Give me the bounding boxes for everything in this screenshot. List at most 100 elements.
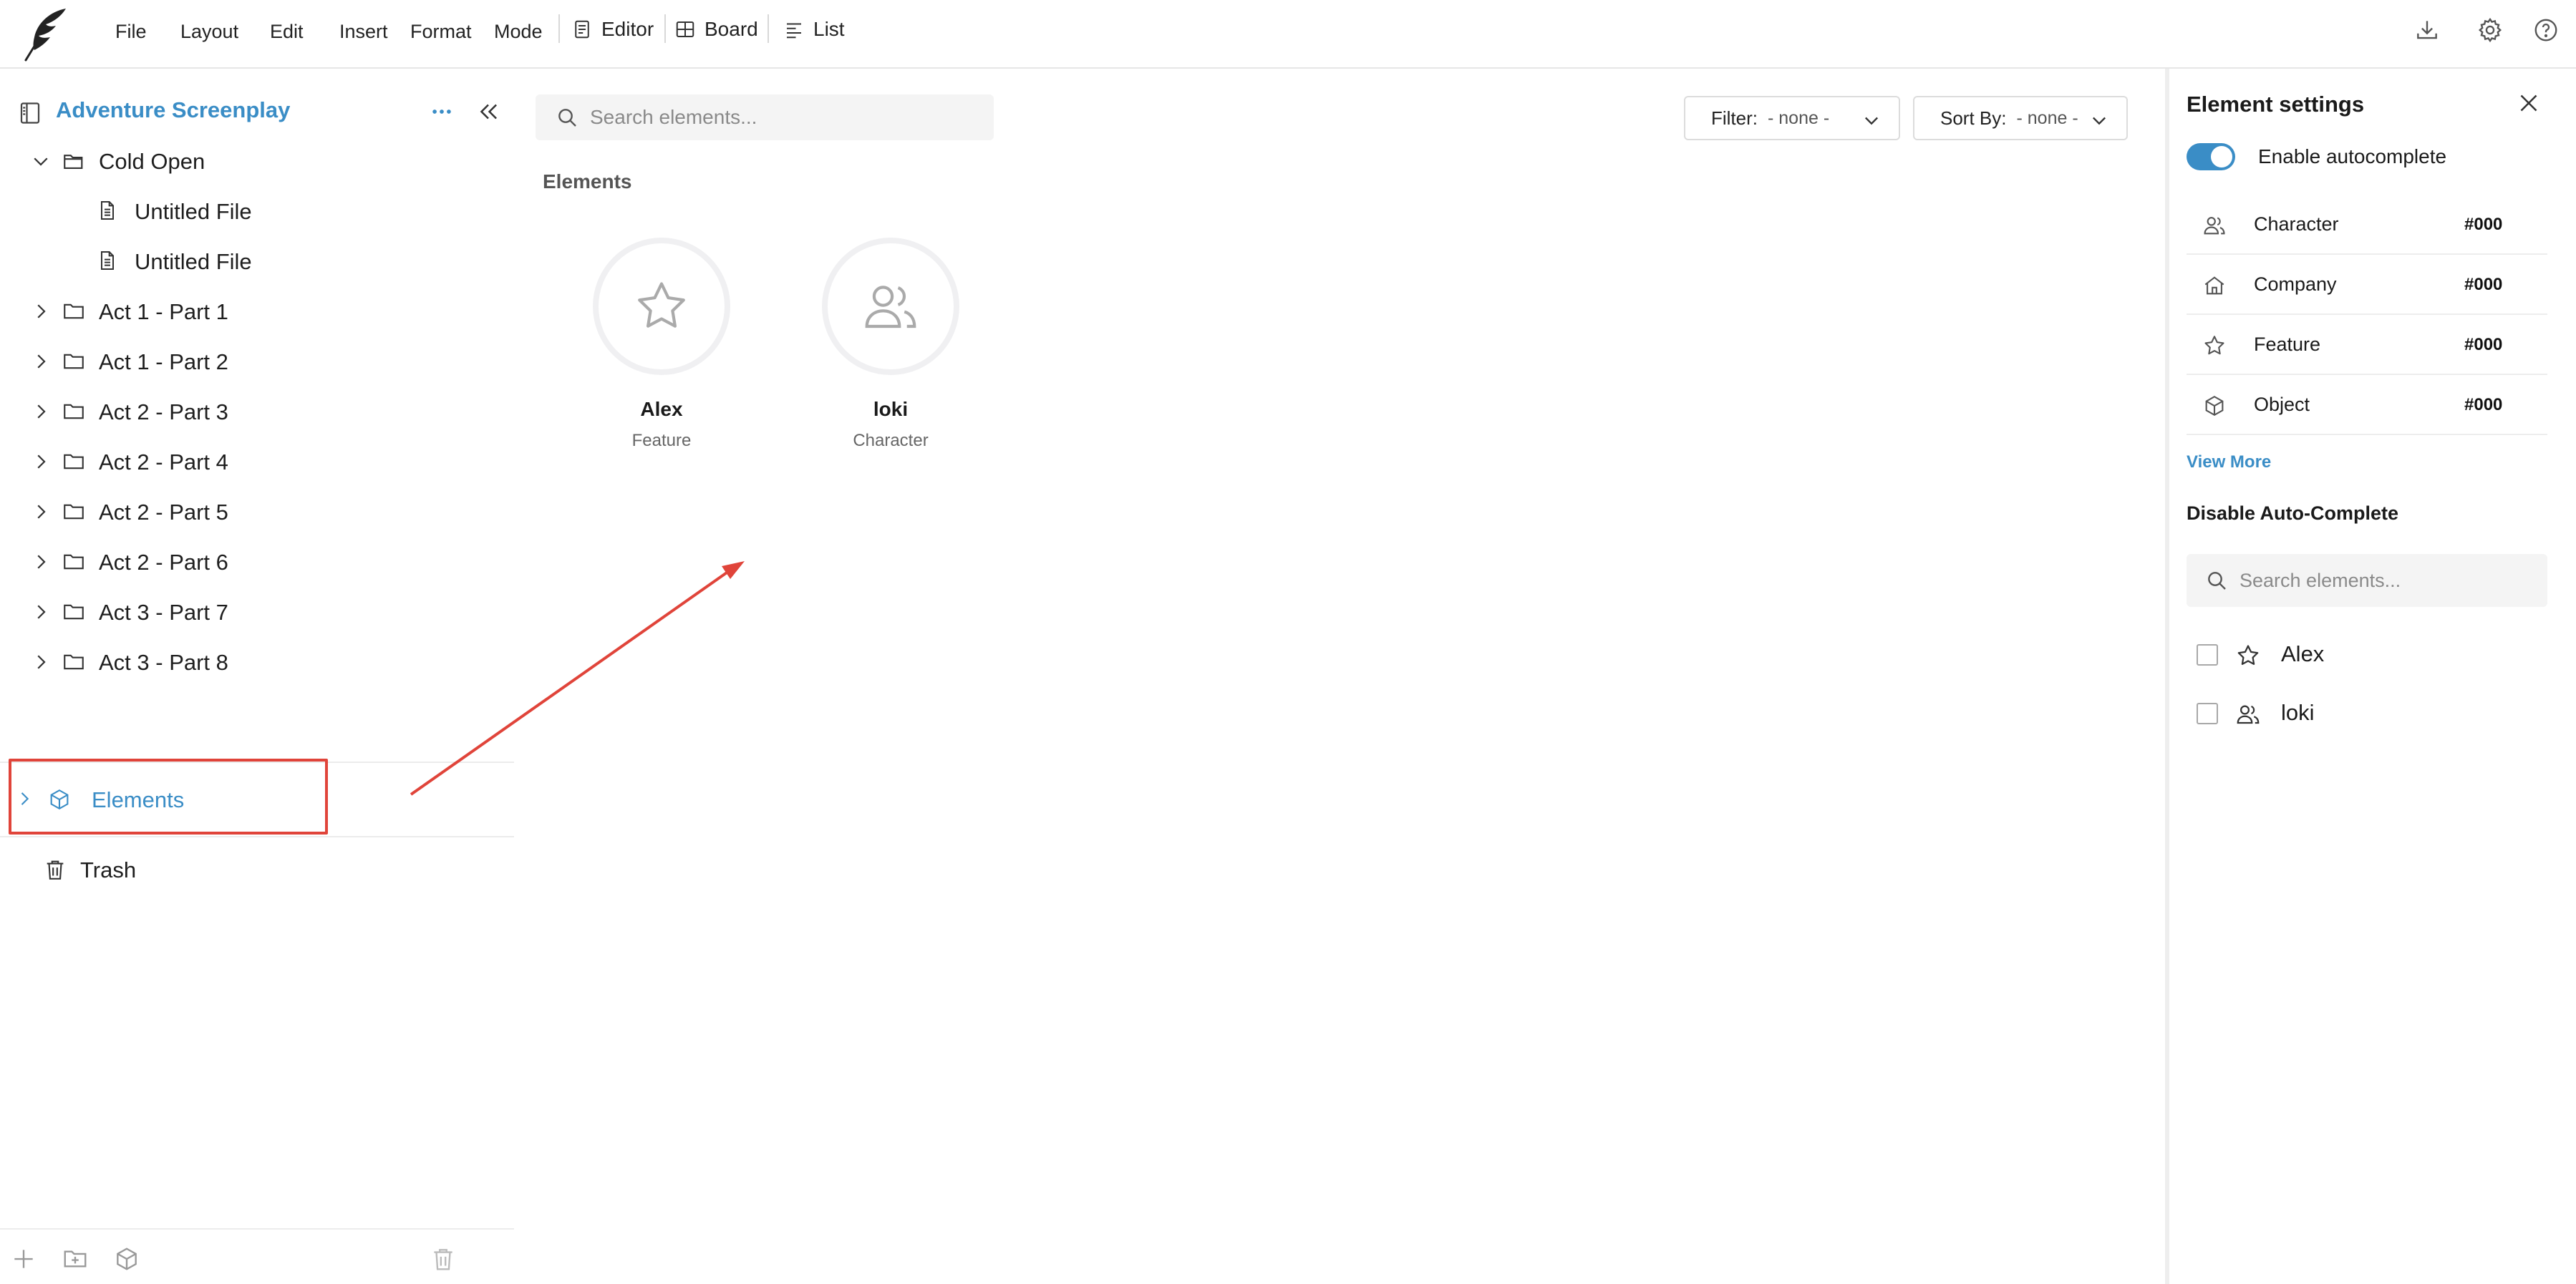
list-view-button[interactable]: List: [783, 14, 845, 44]
element-avatar: [593, 238, 730, 375]
element-search-input[interactable]: [590, 94, 977, 140]
editor-view-label: Editor: [601, 18, 654, 40]
project-header: Adventure Screenplay: [17, 90, 504, 130]
menu-file[interactable]: File: [115, 19, 147, 44]
tree-folder-act-2-part-5[interactable]: Act 2 - Part 5: [0, 491, 514, 534]
chevron-right-icon[interactable]: [14, 789, 36, 810]
chevron-right-icon[interactable]: [30, 551, 52, 573]
enable-autocomplete-toggle[interactable]: [2187, 143, 2235, 170]
chevron-down-icon[interactable]: [30, 150, 52, 172]
element-type-character[interactable]: Character #000: [2187, 196, 2547, 255]
filter-dropdown[interactable]: Filter: - none -: [1684, 96, 1900, 140]
element-card[interactable]: Alex Feature: [590, 238, 733, 467]
element-type-feature[interactable]: Feature #000: [2187, 316, 2547, 375]
grid-icon: [674, 19, 696, 40]
tree-item-label: Act 3 - Part 7: [99, 600, 228, 625]
list-view-label: List: [813, 18, 845, 40]
menu-edit[interactable]: Edit: [270, 19, 304, 44]
cube-icon: [47, 787, 72, 812]
board-view-button[interactable]: Board: [674, 14, 758, 44]
top-bar: File Layout Edit Insert Format Mode Edit…: [0, 0, 2576, 69]
close-icon[interactable]: [2513, 87, 2544, 119]
disable-search-input[interactable]: [2240, 554, 2533, 607]
menu-layout[interactable]: Layout: [180, 19, 238, 44]
trash-icon: [43, 857, 67, 882]
users-icon: [861, 276, 921, 336]
view-more-link[interactable]: View More: [2187, 452, 2271, 472]
sidebar-item-elements[interactable]: Elements: [0, 762, 514, 837]
chevron-right-icon[interactable]: [30, 401, 52, 422]
toolbar-divider: [664, 14, 666, 43]
tree-folder-act-1-part-2[interactable]: Act 1 - Part 2: [0, 341, 514, 384]
disable-checkbox[interactable]: [2197, 703, 2218, 724]
panel-title: Element settings: [2187, 92, 2365, 117]
tree-item-label: Cold Open: [99, 149, 205, 174]
new-element-cube-icon[interactable]: [113, 1245, 142, 1274]
menu-insert[interactable]: Insert: [339, 19, 388, 44]
element-avatar: [822, 238, 959, 375]
folder-icon: [62, 500, 86, 524]
file-icon: [96, 249, 120, 273]
chevron-right-icon[interactable]: [30, 501, 52, 522]
tree-folder-cold-open[interactable]: Cold Open: [0, 140, 514, 183]
type-name: Object: [2254, 394, 2310, 415]
file-icon: [96, 199, 120, 223]
tree-folder-act-2-part-6[interactable]: Act 2 - Part 6: [0, 541, 514, 584]
chevron-right-icon[interactable]: [30, 351, 52, 372]
tree-item-label: Act 1 - Part 1: [99, 299, 228, 324]
sort-by-dropdown[interactable]: Sort By: - none -: [1913, 96, 2128, 140]
element-card[interactable]: loki Character: [819, 238, 962, 467]
sidebar-trash-label: Trash: [80, 857, 137, 882]
type-name: Company: [2254, 273, 2337, 295]
tree-folder-act-2-part-3[interactable]: Act 2 - Part 3: [0, 391, 514, 434]
element-search-box[interactable]: [536, 94, 994, 140]
tree-item-label: Act 2 - Part 3: [99, 399, 228, 424]
type-color[interactable]: #000: [2464, 395, 2502, 415]
tree-file-untitled[interactable]: Untitled File: [0, 240, 514, 283]
sidebar-item-trash[interactable]: Trash: [0, 849, 514, 892]
tree-folder-act-3-part-8[interactable]: Act 3 - Part 8: [0, 641, 514, 684]
editor-view-button[interactable]: Editor: [571, 14, 654, 44]
folder-icon: [62, 299, 86, 324]
chevron-right-icon[interactable]: [30, 451, 52, 472]
sidebar-panel-icon[interactable]: [17, 100, 43, 126]
type-color[interactable]: #000: [2464, 335, 2502, 355]
type-color[interactable]: #000: [2464, 275, 2502, 295]
disable-checkbox[interactable]: [2197, 644, 2218, 666]
menu-format[interactable]: Format: [410, 19, 472, 44]
chevron-right-icon[interactable]: [30, 601, 52, 623]
download-icon[interactable]: [2411, 14, 2443, 46]
elements-section-title: Elements: [543, 170, 632, 193]
folder-icon: [62, 399, 86, 424]
element-type: Character: [853, 431, 929, 450]
help-icon[interactable]: [2530, 14, 2562, 46]
disable-search-box[interactable]: [2187, 554, 2547, 607]
new-folder-icon[interactable]: [62, 1245, 90, 1274]
more-options-icon[interactable]: [424, 96, 460, 127]
chevron-right-icon[interactable]: [30, 651, 52, 673]
tree-folder-act-2-part-4[interactable]: Act 2 - Part 4: [0, 441, 514, 484]
tree-item-label: Untitled File: [135, 199, 252, 224]
element-settings-panel: Element settings Enable autocomplete Cha…: [2165, 69, 2576, 1284]
project-title[interactable]: Adventure Screenplay: [56, 97, 290, 123]
add-icon[interactable]: [10, 1245, 39, 1274]
settings-gear-icon[interactable]: [2474, 14, 2506, 46]
delete-trash-icon[interactable]: [430, 1245, 458, 1274]
filter-value: - none -: [1768, 107, 1830, 128]
type-color[interactable]: #000: [2464, 215, 2502, 235]
document-icon: [571, 19, 593, 40]
tree-folder-act-3-part-7[interactable]: Act 3 - Part 7: [0, 591, 514, 634]
element-type-object[interactable]: Object #000: [2187, 376, 2547, 435]
collapse-sidebar-icon[interactable]: [473, 96, 504, 127]
project-sidebar: Adventure Screenplay Cold Open Untitled …: [0, 69, 514, 1284]
tree-file-untitled[interactable]: Untitled File: [0, 190, 514, 233]
folder-icon: [62, 650, 86, 674]
chevron-right-icon[interactable]: [30, 301, 52, 322]
tree-folder-act-1-part-1[interactable]: Act 1 - Part 1: [0, 291, 514, 334]
menu-mode[interactable]: Mode: [494, 19, 543, 44]
element-name: Alex: [640, 398, 683, 420]
element-type-company[interactable]: Company #000: [2187, 256, 2547, 315]
disable-autocomplete-title: Disable Auto-Complete: [2187, 502, 2399, 524]
sort-value: - none -: [2016, 107, 2078, 128]
disable-item-name: loki: [2281, 700, 2315, 725]
